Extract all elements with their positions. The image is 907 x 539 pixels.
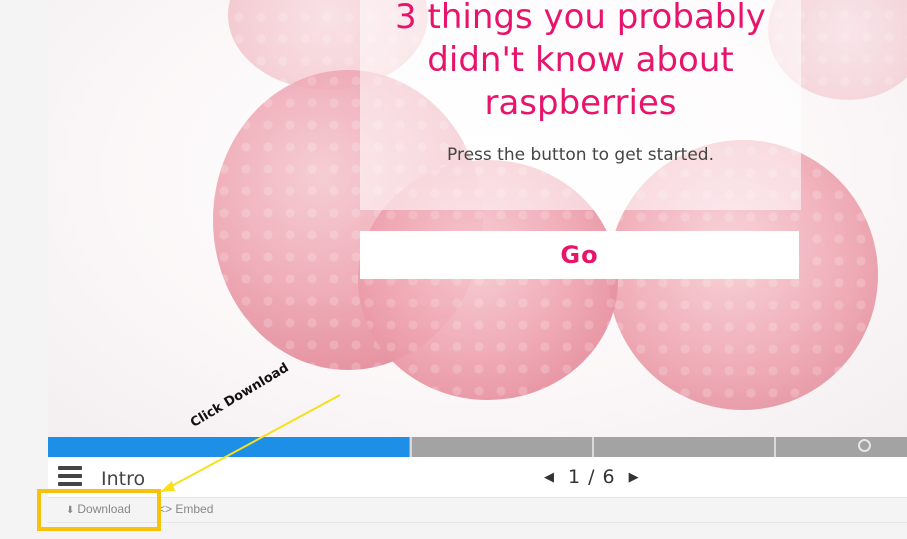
page-separator: / [588, 466, 595, 488]
download-icon: ⬇ [66, 505, 75, 516]
current-page: 1 [568, 466, 581, 488]
pager: ◀ 1 / 6 ▶ [538, 466, 645, 488]
menu-icon[interactable] [58, 466, 82, 486]
download-label: Download [77, 502, 131, 516]
progress-tick [774, 437, 776, 457]
slide-stage: 3 things you probably didn't know about … [48, 0, 907, 437]
progress-tick [410, 437, 412, 457]
progress-tick [592, 437, 594, 457]
next-arrow-icon[interactable]: ▶ [623, 470, 645, 485]
download-link[interactable]: ⬇ Download [66, 502, 131, 516]
slide-title: 3 things you probably didn't know about … [395, 0, 766, 123]
progress-fill [48, 437, 409, 457]
title-panel: 3 things you probably didn't know about … [360, 0, 801, 210]
prev-arrow-icon[interactable]: ◀ [538, 470, 560, 485]
footer-links: ⬇ Download <> Embed [48, 498, 907, 523]
go-button[interactable]: Go [360, 231, 799, 279]
player-controls: Intro ◀ 1 / 6 ▶ [48, 457, 907, 498]
total-pages: 6 [602, 466, 615, 488]
embed-link[interactable]: <> Embed [158, 502, 213, 516]
slide-subtitle: Press the button to get started. [447, 145, 714, 165]
progress-bar[interactable] [48, 437, 907, 457]
end-circle-icon[interactable] [858, 439, 871, 452]
section-title: Intro [101, 468, 146, 490]
